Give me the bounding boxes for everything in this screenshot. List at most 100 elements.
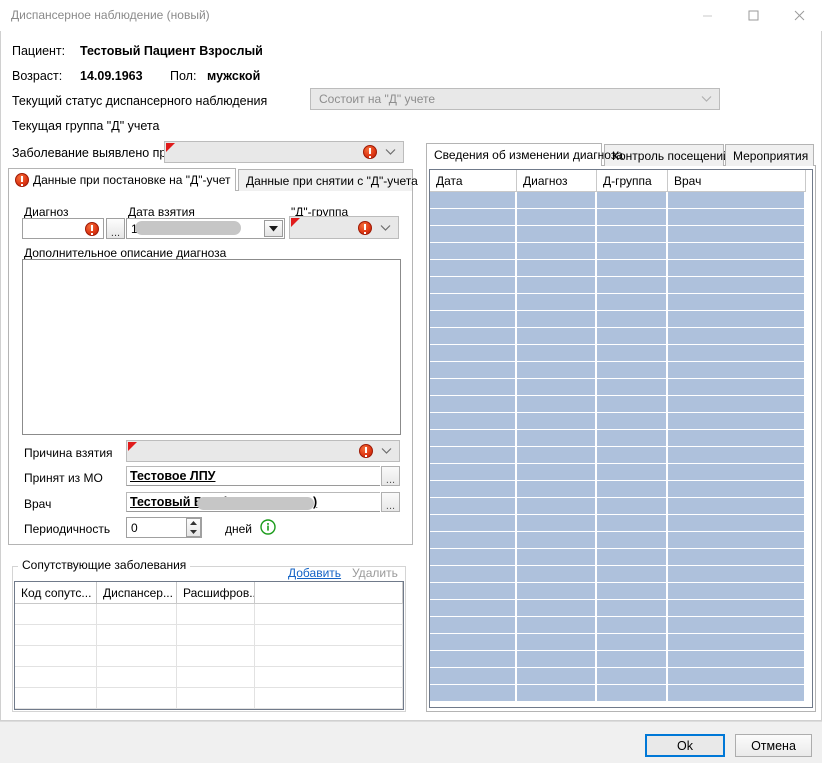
table-cell [517,447,597,464]
periodicity-stepper[interactable] [186,518,201,537]
table-row[interactable] [430,396,812,413]
diagnosis-input[interactable] [22,218,104,239]
table-cell [430,532,517,549]
table-row[interactable] [15,646,403,667]
table-row[interactable] [430,294,812,311]
column-header[interactable]: Врач [668,170,806,192]
column-header[interactable]: Расшифров... [177,582,255,604]
column-header[interactable] [255,582,403,604]
minimize-button[interactable] [684,0,730,30]
column-header[interactable]: Диспансер... [97,582,177,604]
dispensary-status-select[interactable]: Состоит на "Д" учете [310,88,720,110]
table-cell [430,566,517,583]
table-row[interactable] [430,515,812,532]
table-cell [597,481,668,498]
table-cell [430,583,517,600]
table-row[interactable] [430,209,812,226]
table-row[interactable] [430,617,812,634]
registration-reason-select[interactable] [126,440,400,462]
ok-button[interactable]: Ok [645,734,725,757]
from-mo-browse-button[interactable]: ... [381,466,400,486]
table-row[interactable] [430,328,812,345]
table-row[interactable] [430,600,812,617]
table-row[interactable] [15,604,403,625]
table-row[interactable] [430,345,812,362]
table-cell [668,226,806,243]
table-row[interactable] [430,668,812,685]
window-title: Диспансерное наблюдение (новый) [11,8,210,22]
disease-detected-select[interactable] [164,141,404,163]
table-row[interactable] [430,532,812,549]
table-cell [597,260,668,277]
table-cell [15,667,97,688]
cancel-button[interactable]: Отмена [735,734,812,757]
table-cell [597,192,668,209]
info-icon[interactable] [260,519,276,535]
table-row[interactable] [430,583,812,600]
table-row[interactable] [430,464,812,481]
table-row[interactable] [15,625,403,646]
registration-date-dropdown-button[interactable] [264,220,283,237]
table-row[interactable] [430,362,812,379]
table-cell [597,515,668,532]
tab-data-on-removal[interactable]: Данные при снятии с "Д"-учета [238,169,418,191]
dispensary-status-label: Текущий статус диспансерного наблюдения [12,94,268,108]
table-cell [597,277,668,294]
stepper-up-button[interactable] [187,519,200,528]
table-cell [668,209,806,226]
table-row[interactable] [430,651,812,668]
add-comorbid-link[interactable]: Добавить [288,566,341,580]
table-row[interactable] [430,447,812,464]
column-header[interactable]: Дата [430,170,517,192]
tab-diagnosis-changes[interactable]: Сведения об изменении диагноза [426,143,623,166]
diagnosis-browse-button[interactable]: ... [106,218,125,239]
tab-measures[interactable]: Мероприятия [725,144,814,166]
table-row[interactable] [430,243,812,260]
table-cell [517,294,597,311]
doctor-browse-button[interactable]: ... [381,492,400,512]
table-cell [668,464,806,481]
diagnosis-description-textarea[interactable] [22,259,401,435]
table-cell [668,277,806,294]
table-cell [597,294,668,311]
table-row[interactable] [430,430,812,447]
maximize-button[interactable] [730,0,776,30]
tab-data-on-registration[interactable]: Данные при постановке на "Д"-учет [8,168,236,191]
error-icon [15,173,29,187]
table-cell [597,379,668,396]
table-row[interactable] [15,667,403,688]
column-header[interactable]: Диагноз [517,170,597,192]
table-cell [668,617,806,634]
table-row[interactable] [430,192,812,209]
close-button[interactable] [776,0,822,30]
diagnosis-changes-table[interactable]: Дата Диагноз Д-группа Врач [429,169,813,708]
table-row[interactable] [430,260,812,277]
from-mo-value[interactable]: Тестовое ЛПУ [130,469,215,483]
table-cell [517,396,597,413]
table-row[interactable] [15,688,403,709]
table-row[interactable] [430,379,812,396]
table-row[interactable] [430,498,812,515]
table-row[interactable] [430,311,812,328]
table-row[interactable] [430,226,812,243]
table-cell [430,311,517,328]
table-row[interactable] [430,566,812,583]
table-row[interactable] [430,413,812,430]
delete-comorbid-link: Удалить [352,566,398,580]
table-cell [668,260,806,277]
stepper-down-button[interactable] [187,528,200,537]
table-row[interactable] [430,685,812,702]
table-row[interactable] [430,634,812,651]
table-row[interactable] [430,549,812,566]
table-row[interactable] [430,481,812,498]
table-cell [668,634,806,651]
column-header[interactable]: Д-группа [597,170,668,192]
table-cell [430,430,517,447]
comorbid-table[interactable]: Код сопутс... Диспансер... Расшифров... [14,581,404,710]
registration-reason-label: Причина взятия [24,446,113,460]
column-header[interactable]: Код сопутс... [15,582,97,604]
table-row[interactable] [15,709,403,710]
dgroup-select[interactable] [289,216,399,239]
table-cell [597,447,668,464]
table-row[interactable] [430,277,812,294]
